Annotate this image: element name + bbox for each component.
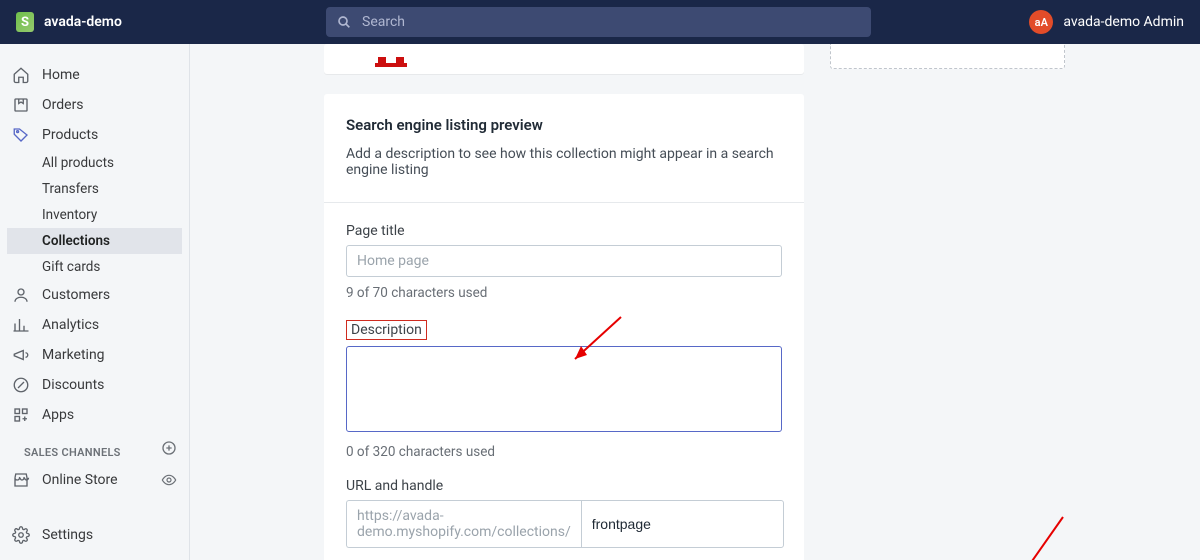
nav-collections[interactable]: Collections <box>7 228 182 254</box>
product-thumbnail <box>375 63 407 67</box>
top-bar: S avada-demo Search aA avada-demo Admin <box>0 0 1200 44</box>
nav-products[interactable]: Products <box>0 120 189 150</box>
store-name: avada-demo <box>44 14 122 30</box>
products-card-peek <box>324 44 804 74</box>
discount-icon <box>12 376 30 394</box>
gear-icon <box>12 526 30 544</box>
nav-apps[interactable]: Apps <box>0 400 189 430</box>
nav-analytics[interactable]: Analytics <box>0 310 189 340</box>
page-title-label: Page title <box>346 223 782 239</box>
sales-channels-label: SALES CHANNELS <box>12 430 133 465</box>
megaphone-icon <box>12 346 30 364</box>
store-icon <box>12 471 30 489</box>
search-icon <box>336 14 352 30</box>
nav-discounts[interactable]: Discounts <box>0 370 189 400</box>
nav-all-products[interactable]: All products <box>0 150 189 176</box>
apps-icon <box>12 406 30 424</box>
shopify-logo-icon: S <box>16 12 34 32</box>
main-content: Search engine listing preview Add a desc… <box>190 44 1200 560</box>
description-char-count: 0 of 320 characters used <box>346 444 782 460</box>
seo-card-hint: Add a description to see how this collec… <box>346 146 782 202</box>
url-handle-label: URL and handle <box>346 478 782 494</box>
nav-inventory[interactable]: Inventory <box>0 202 189 228</box>
view-store-icon[interactable] <box>161 472 177 488</box>
nav-customers[interactable]: Customers <box>0 280 189 310</box>
orders-icon <box>12 96 30 114</box>
url-handle-input[interactable] <box>581 500 784 548</box>
annotation-arrow-save <box>993 511 1073 560</box>
image-upload-card-peek[interactable] <box>830 44 1065 69</box>
global-search[interactable]: Search <box>326 7 871 37</box>
url-prefix: https://avada-demo.myshopify.com/collect… <box>346 500 581 548</box>
avatar[interactable]: aA <box>1029 10 1053 34</box>
nav-orders[interactable]: Orders <box>0 90 189 120</box>
nav-settings[interactable]: Settings <box>0 520 189 550</box>
page-title-char-count: 9 of 70 characters used <box>346 285 782 301</box>
description-label: Description <box>346 320 427 340</box>
description-textarea[interactable] <box>346 346 782 432</box>
customers-icon <box>12 286 30 304</box>
nav-transfers[interactable]: Transfers <box>0 176 189 202</box>
add-channel-icon[interactable] <box>161 440 177 456</box>
seo-preview-card: Search engine listing preview Add a desc… <box>324 94 804 560</box>
nav-marketing[interactable]: Marketing <box>0 340 189 370</box>
nav-home[interactable]: Home <box>0 60 189 90</box>
home-icon <box>12 66 30 84</box>
search-placeholder: Search <box>362 14 405 30</box>
seo-card-title: Search engine listing preview <box>346 116 782 134</box>
divider <box>324 202 804 203</box>
nav-online-store[interactable]: Online Store <box>12 465 118 495</box>
tag-icon <box>12 126 30 144</box>
nav-gift-cards[interactable]: Gift cards <box>0 254 189 280</box>
page-title-input[interactable] <box>346 245 782 277</box>
admin-name[interactable]: avada-demo Admin <box>1063 14 1184 30</box>
sidebar: Home Orders Products All products Transf… <box>0 44 190 560</box>
analytics-icon <box>12 316 30 334</box>
